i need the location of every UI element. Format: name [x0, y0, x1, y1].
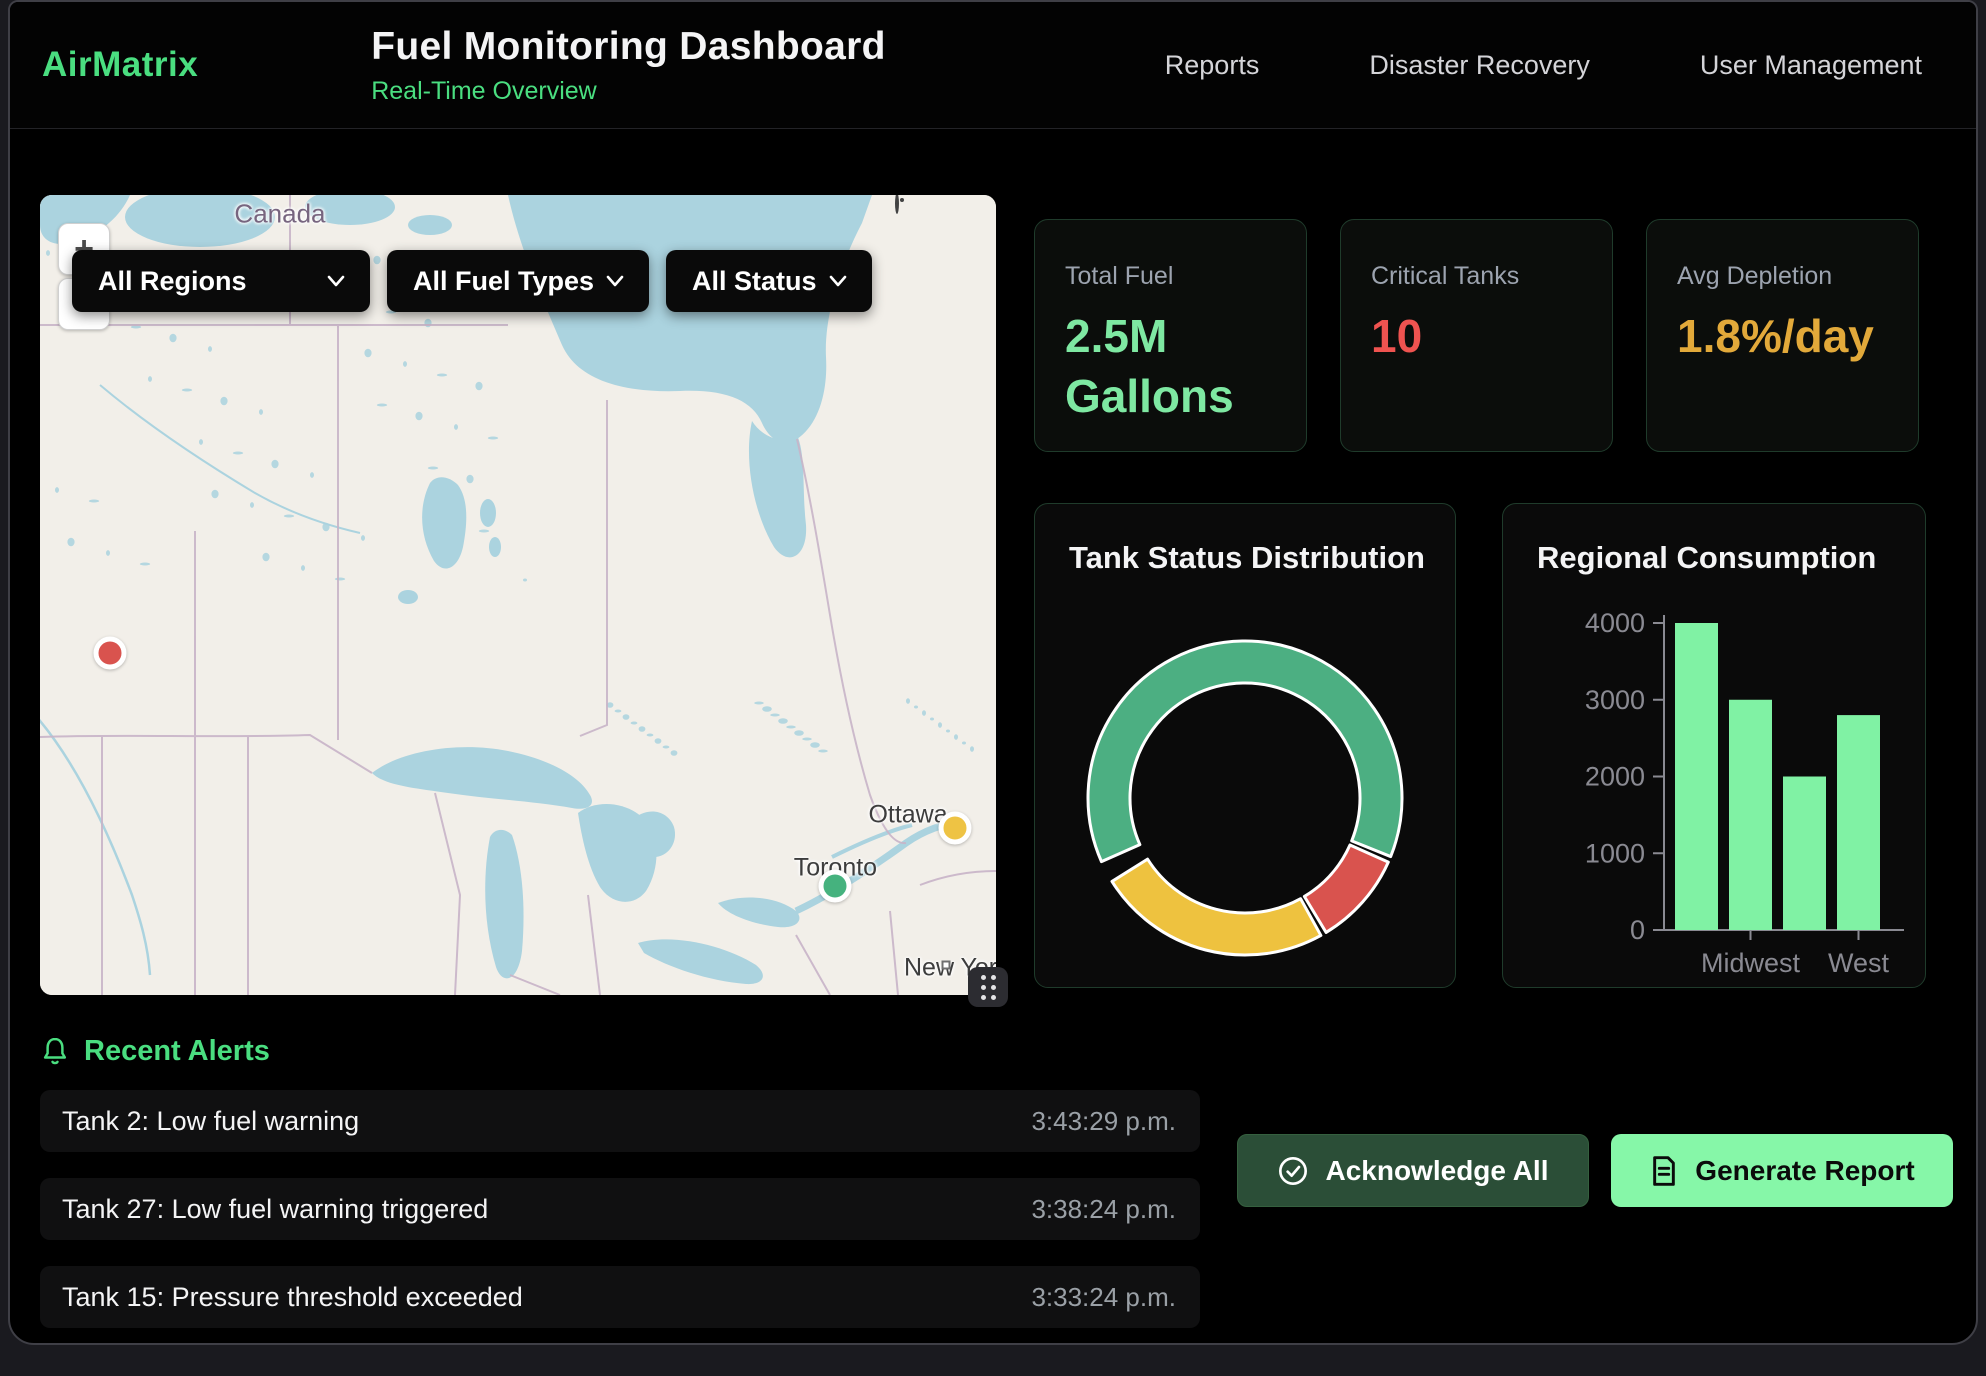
consumption-bar [1729, 700, 1772, 930]
map-resize-handle[interactable] [968, 967, 1008, 1007]
alert-message: Tank 15: Pressure threshold exceeded [62, 1282, 523, 1313]
regional-consumption-chart-title: Regional Consumption [1503, 504, 1925, 576]
recent-alerts-title: Recent Alerts [84, 1035, 270, 1068]
alert-message: Tank 27: Low fuel warning triggered [62, 1194, 488, 1225]
chevron-down-icon [605, 274, 625, 288]
alert-message: Tank 2: Low fuel warning [62, 1106, 359, 1137]
document-icon [1649, 1155, 1679, 1187]
acknowledge-all-button[interactable]: Acknowledge All [1237, 1134, 1589, 1207]
critical-tanks-value: 10 [1371, 307, 1582, 367]
main-nav: Reports Disaster Recovery User Managemen… [1165, 50, 1922, 81]
y-tick-label: 3000 [1585, 685, 1645, 715]
nav-item-reports[interactable]: Reports [1165, 50, 1260, 81]
brand-logo: AirMatrix [42, 45, 198, 85]
fuel-type-filter-dropdown[interactable]: All Fuel Types [387, 250, 649, 312]
nav-item-user-management[interactable]: User Management [1700, 50, 1922, 81]
status-filter-dropdown[interactable]: All Status [666, 250, 872, 312]
tank-marker[interactable] [819, 870, 852, 903]
check-circle-icon [1277, 1155, 1309, 1187]
y-tick-label: 0 [1630, 915, 1645, 945]
total-fuel-value: 2.5M Gallons [1065, 307, 1276, 427]
title-block: Fuel Monitoring Dashboard Real-Time Over… [371, 25, 885, 106]
status-filter-value: All Status [692, 266, 817, 297]
region-filter-dropdown[interactable]: All Regions [72, 250, 370, 312]
nav-item-disaster-recovery[interactable]: Disaster Recovery [1369, 50, 1590, 81]
total-fuel-card: Total Fuel 2.5M Gallons [1034, 219, 1307, 452]
regional-consumption-bar-chart: 0 1000 2000 3000 4000 Midwest West [1509, 578, 1919, 978]
bell-icon [40, 1036, 70, 1068]
consumption-bar [1837, 715, 1880, 930]
header: AirMatrix Fuel Monitoring Dashboard Real… [10, 2, 1976, 129]
recent-alerts-header: Recent Alerts [40, 1035, 1200, 1068]
avg-depletion-label: Avg Depletion [1677, 262, 1888, 291]
x-tick-label: Midwest [1701, 948, 1801, 978]
critical-tanks-card: Critical Tanks 10 [1340, 219, 1613, 452]
donut-segment-critical [1304, 845, 1388, 932]
y-tick-label: 2000 [1585, 762, 1645, 792]
consumption-bar [1783, 777, 1826, 931]
avg-depletion-card: Avg Depletion 1.8%/day [1646, 219, 1919, 452]
y-tick-label: 1000 [1585, 838, 1645, 868]
alert-time: 3:43:29 p.m. [1031, 1106, 1176, 1137]
alert-row[interactable]: Tank 2: Low fuel warning 3:43:29 p.m. [40, 1090, 1200, 1152]
page-subtitle: Real-Time Overview [371, 77, 885, 106]
critical-tanks-label: Critical Tanks [1371, 262, 1582, 291]
map-basemap [40, 195, 996, 995]
map-canvas[interactable]: CanadaOttawaTorontoNew York + − All Regi… [40, 195, 996, 995]
tank-status-chart-card: Tank Status Distribution [1034, 503, 1456, 988]
page-title: Fuel Monitoring Dashboard [371, 25, 885, 69]
total-fuel-label: Total Fuel [1065, 262, 1276, 291]
acknowledge-all-label: Acknowledge All [1325, 1155, 1548, 1187]
avg-depletion-value: 1.8%/day [1677, 307, 1888, 367]
consumption-bar [1675, 623, 1718, 930]
fuel-type-filter-value: All Fuel Types [413, 266, 594, 297]
map-filters: All Regions All Fuel Types All Status [72, 250, 872, 312]
map-city-symbol [942, 961, 951, 970]
regional-consumption-chart-card: Regional Consumption 0 1000 2000 3000 4000 Mi… [1502, 503, 1926, 988]
map-city-symbol [895, 195, 899, 214]
generate-report-label: Generate Report [1695, 1155, 1914, 1187]
tank-marker[interactable] [938, 811, 971, 844]
x-tick-label: West [1828, 948, 1890, 978]
chevron-down-icon [326, 274, 346, 288]
y-tick-label: 4000 [1585, 608, 1645, 638]
alert-actions: Acknowledge All Generate Report [1237, 1134, 1953, 1207]
map-panel: CanadaOttawaTorontoNew York + − All Regi… [40, 195, 996, 995]
alert-row[interactable]: Tank 27: Low fuel warning triggered 3:38… [40, 1178, 1200, 1240]
tank-marker[interactable] [93, 637, 126, 670]
chevron-down-icon [828, 274, 848, 288]
alert-time: 3:38:24 p.m. [1031, 1194, 1176, 1225]
tank-status-chart-title: Tank Status Distribution [1035, 504, 1455, 576]
donut-segment-warning [1112, 859, 1321, 955]
donut-segment-normal [1088, 641, 1402, 862]
alert-row[interactable]: Tank 15: Pressure threshold exceeded 3:3… [40, 1266, 1200, 1328]
alert-time: 3:33:24 p.m. [1031, 1282, 1176, 1313]
stat-cards: Total Fuel 2.5M Gallons Critical Tanks 1… [1034, 219, 1919, 452]
region-filter-value: All Regions [98, 266, 247, 297]
tank-status-donut-chart [1075, 628, 1415, 968]
recent-alerts-section: Recent Alerts Tank 2: Low fuel warning 3… [40, 1035, 1200, 1345]
app-window: AirMatrix Fuel Monitoring Dashboard Real… [8, 0, 1978, 1345]
generate-report-button[interactable]: Generate Report [1611, 1134, 1953, 1207]
